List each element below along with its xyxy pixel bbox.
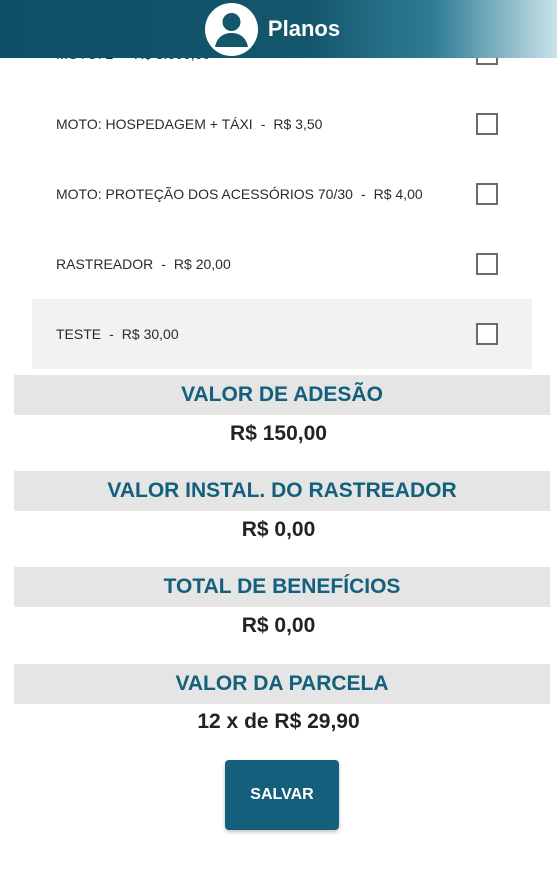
benefit-label: TESTE bbox=[56, 326, 102, 342]
benefit-label: MOTO: HOSPEDAGEM + TÁXI bbox=[56, 116, 253, 132]
benefit-row-acessorios[interactable]: MOTO: PROTEÇÃO DOS ACESSÓRIOS 70/30- R$ 4… bbox=[32, 159, 532, 229]
parcela-title: VALOR DA PARCELA bbox=[14, 664, 550, 704]
adesao-title: VALOR DE ADESÃO bbox=[14, 375, 550, 415]
app-header: Planos bbox=[0, 0, 557, 58]
benefit-checkbox[interactable] bbox=[476, 323, 498, 345]
total-beneficios-title: TOTAL DE BENEFÍCIOS bbox=[14, 567, 550, 607]
user-avatar-icon[interactable] bbox=[204, 2, 258, 56]
benefit-checkbox[interactable] bbox=[476, 113, 498, 135]
instal-rastreador-value: R$ 0,00 bbox=[241, 518, 316, 541]
benefit-price: R$ 4,00 bbox=[373, 186, 423, 202]
benefit-label: MOTO: PROTEÇÃO DOS ACESSÓRIOS 70/30 bbox=[56, 186, 353, 202]
instal-rastreador-title: VALOR INSTAL. DO RASTREADOR bbox=[14, 471, 550, 511]
benefit-row-rastreador[interactable]: RASTREADOR - R$ 20,00 bbox=[32, 229, 532, 299]
benefit-text: MOTO: PROTEÇÃO DOS ACESSÓRIOS 70/30- R$ 4… bbox=[56, 186, 423, 202]
benefit-row-hospedagem[interactable]: MOTO: HOSPEDAGEM + TÁXI - R$ 3,50 bbox=[32, 89, 532, 159]
benefit-text: MOTO: HOSPEDAGEM + TÁXI - R$ 3,50 bbox=[56, 116, 323, 132]
total-beneficios-value: R$ 0,00 bbox=[241, 614, 316, 637]
benefit-checkbox[interactable] bbox=[476, 253, 498, 275]
adesao-value: R$ 150,00 bbox=[230, 422, 327, 445]
benefit-price: R$ 3,50 bbox=[273, 116, 323, 132]
benefit-text: RASTREADOR - R$ 20,00 bbox=[56, 256, 231, 272]
benefit-row-teste[interactable]: TESTE - R$ 30,00 bbox=[32, 299, 532, 369]
save-button[interactable]: SALVAR bbox=[225, 760, 339, 830]
benefit-price: R$ 20,00 bbox=[173, 256, 231, 272]
benefit-checkbox[interactable] bbox=[476, 183, 498, 205]
benefit-text: TESTE - R$ 30,00 bbox=[56, 326, 179, 342]
page-title: Planos bbox=[267, 16, 341, 41]
benefit-price: R$ 30,00 bbox=[121, 326, 179, 342]
parcela-value: 12 x de R$ 29,90 bbox=[197, 710, 360, 733]
benefit-label: RASTREADOR bbox=[56, 256, 154, 272]
